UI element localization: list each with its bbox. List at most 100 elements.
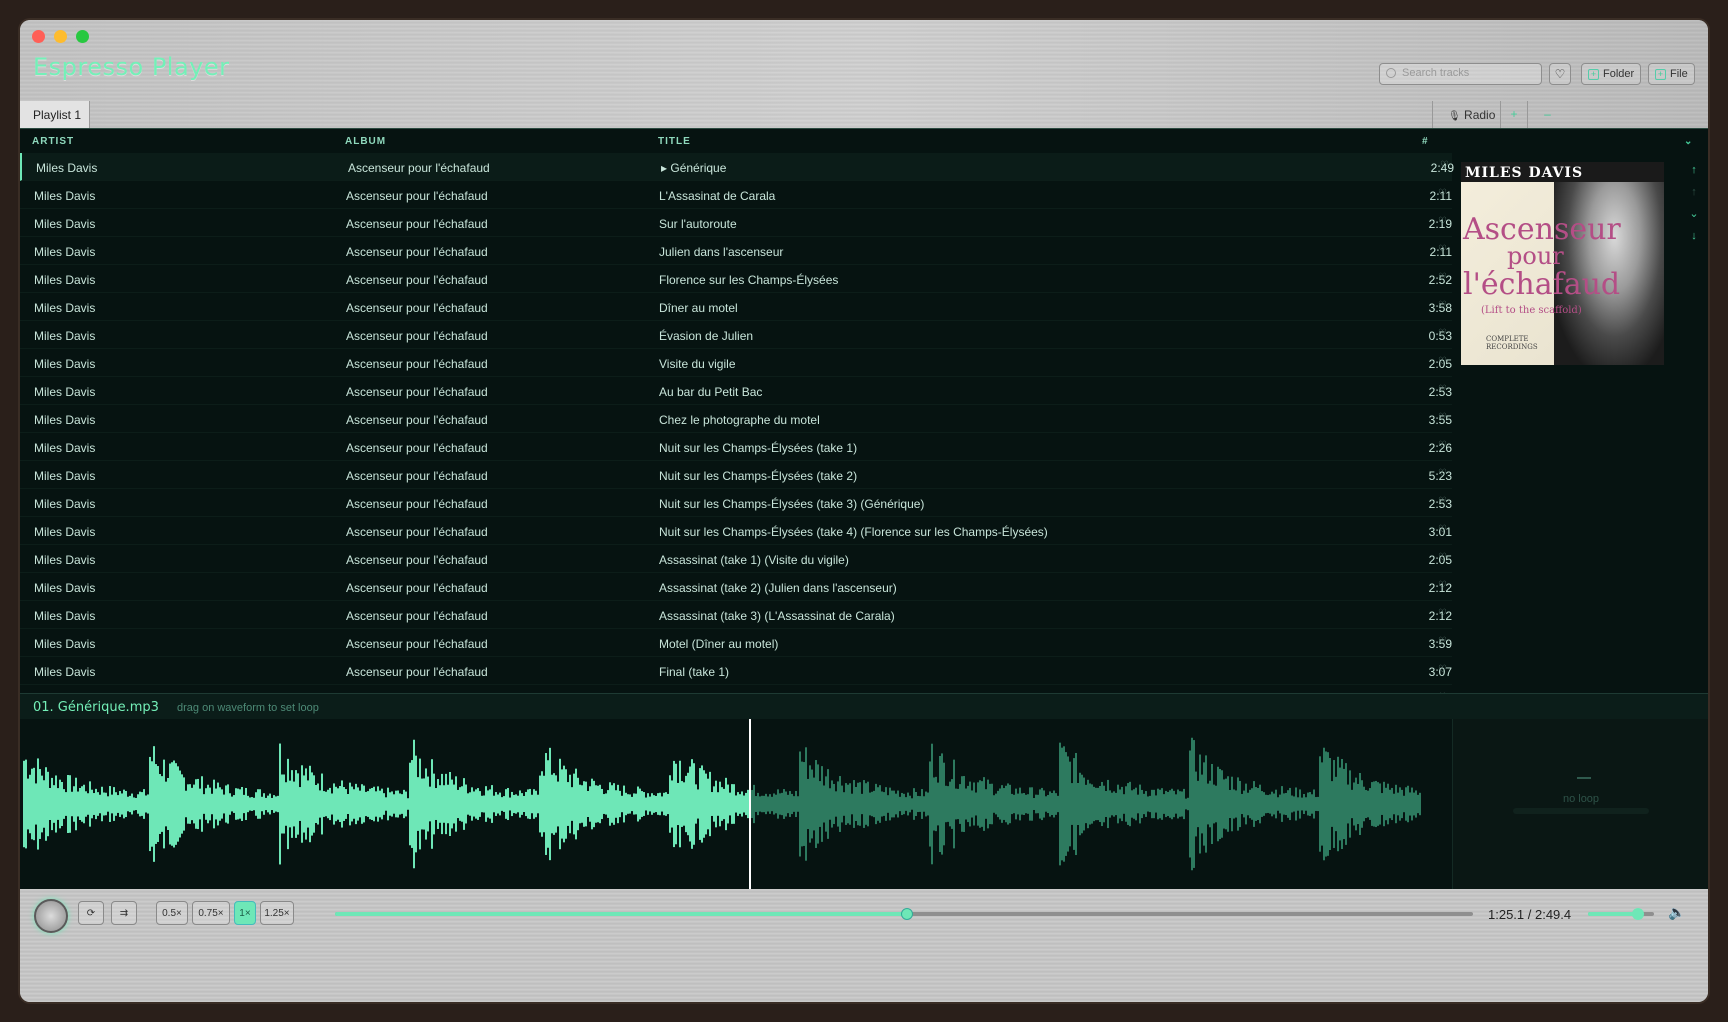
table-row[interactable]: Miles Davis Ascenseur pour l'échafaud ▸ Gé… — [20, 153, 1454, 181]
add-tab-button[interactable]: + — [1500, 101, 1527, 128]
table-row[interactable]: Miles Davis Ascenseur pour l'échafaud Juli… — [20, 237, 1452, 265]
speaker-icon[interactable]: 🔈 — [1668, 904, 1685, 921]
app-title: Espresso Player — [33, 53, 230, 81]
volume-knob[interactable] — [1631, 908, 1644, 920]
table-row[interactable]: Miles Davis Ascenseur pour l'échafaud Nuit… — [20, 489, 1452, 517]
table-row[interactable]: Miles Davis Ascenseur pour l'échafaud Sur … — [20, 209, 1452, 237]
heart-icon[interactable]: ♡ — [1438, 413, 1448, 423]
table-row[interactable]: Miles Davis Ascenseur pour l'échafaud Évas… — [20, 321, 1452, 349]
speed-1-button[interactable]: 1× — [234, 901, 256, 925]
table-row[interactable]: Miles Davis Ascenseur pour l'échafaud Assa… — [20, 545, 1452, 573]
table-row[interactable]: Miles Davis Ascenseur pour l'échafaud Assa… — [20, 573, 1452, 601]
heart-icon[interactable]: ♡ — [1438, 581, 1448, 591]
column-header-number[interactable]: # — [1422, 129, 1429, 153]
track-album: Ascenseur pour l'échafaud — [346, 413, 488, 427]
table-row[interactable]: Miles Davis Ascenseur pour l'échafaud Mote… — [20, 629, 1452, 657]
table-row[interactable]: Miles Davis Ascenseur pour l'échafaud Dîne… — [20, 293, 1452, 321]
zoom-window-button[interactable] — [76, 30, 89, 43]
heart-icon[interactable]: ♡ — [1438, 245, 1448, 255]
track-title: Au bar du Petit Bac — [659, 385, 763, 399]
track-album: Ascenseur pour l'échafaud — [346, 553, 488, 567]
track-title: L'Assasinat de Carala — [659, 189, 776, 203]
play-pause-button[interactable] — [34, 899, 68, 933]
track-title: Assassinat (take 3) (L'Assassinat de Car… — [659, 609, 895, 623]
favorites-button[interactable]: ♡ — [1549, 63, 1571, 85]
heart-icon[interactable]: ♡ — [1438, 385, 1448, 395]
heart-icon[interactable]: ♡ — [1438, 497, 1448, 507]
table-row[interactable]: Miles Davis Ascenseur pour l'échafaud Au b… — [20, 377, 1452, 405]
table-row[interactable]: Miles Davis Ascenseur pour l'échafaud Nuit… — [20, 461, 1452, 489]
cover-tagline: COMPLETE RECORDINGS — [1486, 335, 1538, 351]
track-album: Ascenseur pour l'échafaud — [346, 469, 488, 483]
track-album: Ascenseur pour l'échafaud — [346, 637, 488, 651]
waveform-graphic[interactable] — [20, 719, 1452, 889]
speed-1-25-button[interactable]: 1.25× — [260, 901, 294, 925]
seek-knob[interactable] — [901, 908, 914, 920]
track-artist: Miles Davis — [34, 245, 96, 259]
volume-slider[interactable] — [1588, 908, 1654, 920]
seek-fill — [335, 912, 908, 916]
track-album: Ascenseur pour l'échafaud — [346, 525, 488, 539]
chevron-down-icon[interactable]: ⌄ — [1684, 203, 1704, 225]
heart-icon[interactable]: ♡ — [1438, 441, 1448, 451]
speed-0-75-button[interactable]: 0.75× — [192, 901, 230, 925]
repeat-icon: ⟳ — [86, 907, 96, 919]
heart-icon[interactable]: ♡ — [1438, 637, 1448, 647]
minimize-window-button[interactable] — [54, 30, 67, 43]
heart-icon[interactable]: ♡ — [1440, 161, 1450, 171]
search-input[interactable]: Search tracks — [1379, 63, 1542, 85]
track-artist: Miles Davis — [34, 329, 96, 343]
track-album: Ascenseur pour l'échafaud — [346, 441, 488, 455]
table-row[interactable]: Miles Davis Ascenseur pour l'échafaud L'As… — [20, 181, 1452, 209]
heart-icon: ♡ — [1554, 67, 1566, 81]
tab-menu-button[interactable]: – — [1527, 101, 1567, 128]
heart-icon[interactable]: ♡ — [1438, 525, 1448, 535]
move-top-icon[interactable]: ↑ — [1684, 159, 1704, 181]
table-row[interactable]: Miles Davis Ascenseur pour l'échafaud Nuit… — [20, 517, 1452, 545]
chevron-down-icon[interactable]: ⌄ — [1684, 129, 1693, 153]
heart-icon[interactable]: ♡ — [1438, 217, 1448, 227]
column-header-title[interactable]: TITLE — [658, 129, 691, 153]
repeat-button[interactable]: ⟳ — [78, 901, 104, 925]
track-title: Assassinat (take 1) (Visite du vigile) — [659, 553, 849, 567]
track-artist: Miles Davis — [34, 273, 96, 287]
track-artist: Miles Davis — [34, 357, 96, 371]
column-header-artist[interactable]: ARTIST — [32, 129, 74, 153]
tab-radio[interactable]: 🎙 Radio — [1432, 101, 1500, 128]
app-window: Espresso Player Search tracks ♡ + Folder… — [20, 20, 1708, 1002]
track-album: Ascenseur pour l'échafaud — [346, 357, 488, 371]
add-folder-button[interactable]: + Folder — [1581, 63, 1642, 85]
heart-icon[interactable]: ♡ — [1438, 357, 1448, 367]
track-title: Sur l'autoroute — [659, 217, 737, 231]
table-row[interactable]: Miles Davis Ascenseur pour l'échafaud Nuit… — [20, 433, 1452, 461]
track-album: Ascenseur pour l'échafaud — [346, 581, 488, 595]
heart-icon[interactable]: ♡ — [1438, 609, 1448, 619]
heart-icon[interactable]: ♡ — [1438, 273, 1448, 283]
heart-icon[interactable]: ♡ — [1438, 553, 1448, 563]
close-window-button[interactable] — [32, 30, 45, 43]
column-header-album[interactable]: ALBUM — [345, 129, 386, 153]
table-row[interactable]: Miles Davis Ascenseur pour l'échafaud Chez… — [20, 405, 1452, 433]
add-file-button[interactable]: + File — [1648, 63, 1695, 85]
seek-slider[interactable] — [335, 908, 1473, 920]
heart-icon[interactable]: ♡ — [1438, 301, 1448, 311]
table-row[interactable]: Miles Davis Ascenseur pour l'échafaud Assa… — [20, 601, 1452, 629]
move-up-icon[interactable]: ↑ — [1684, 181, 1704, 203]
track-title: Nuit sur les Champs-Élysées (take 2) — [659, 469, 858, 483]
heart-icon[interactable]: ♡ — [1438, 189, 1448, 199]
table-row[interactable]: Miles Davis Ascenseur pour l'échafaud Visi… — [20, 349, 1452, 377]
shuffle-button[interactable]: ⇉ — [111, 901, 137, 925]
speed-0-5-button[interactable]: 0.5× — [156, 901, 188, 925]
move-down-icon[interactable]: ↓ — [1684, 225, 1704, 247]
waveform[interactable] — [20, 719, 1452, 889]
heart-icon[interactable]: ♡ — [1438, 329, 1448, 339]
table-row[interactable]: Miles Davis Ascenseur pour l'échafaud Flor… — [20, 265, 1452, 293]
tab-playlist-1[interactable]: Playlist 1 — [20, 101, 90, 128]
loop-slider[interactable] — [1513, 808, 1649, 814]
track-artist: Miles Davis — [34, 301, 96, 315]
album-cover: MILES DAVIS Ascenseur pour l'échafaud (L… — [1461, 162, 1664, 365]
table-row[interactable]: Miles Davis Ascenseur pour l'échafaud Fina… — [20, 657, 1452, 685]
track-album: Ascenseur pour l'échafaud — [346, 329, 488, 343]
heart-icon[interactable]: ♡ — [1438, 665, 1448, 675]
heart-icon[interactable]: ♡ — [1438, 469, 1448, 479]
